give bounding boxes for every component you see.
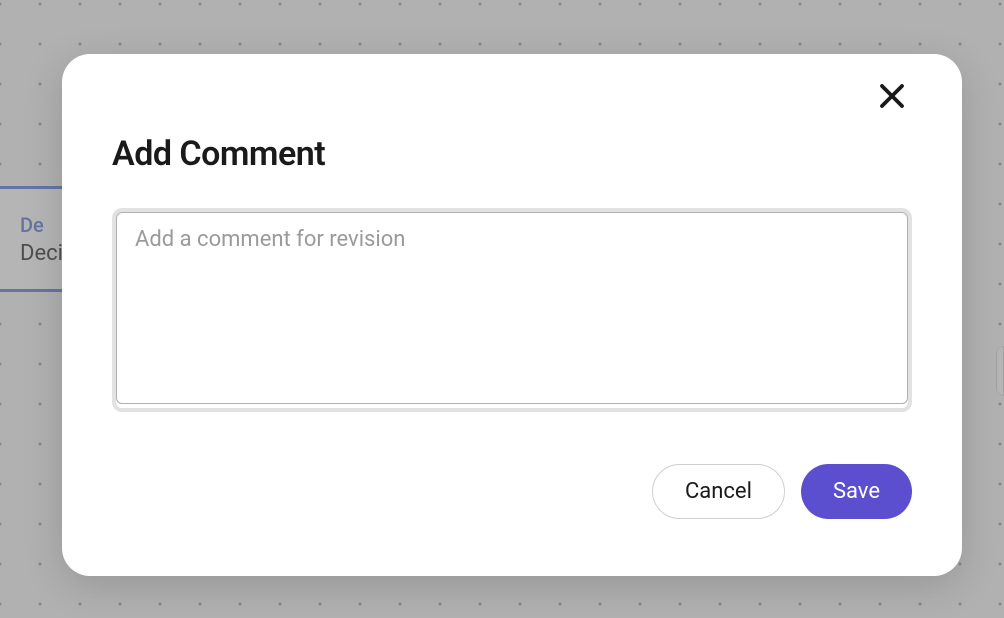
- comment-textarea[interactable]: [116, 212, 908, 404]
- close-button[interactable]: [872, 76, 912, 116]
- cancel-button[interactable]: Cancel: [652, 464, 785, 519]
- modal-title: Add Comment: [112, 134, 912, 174]
- textarea-wrap: [112, 208, 912, 412]
- modal-overlay: Add Comment Cancel Save: [0, 0, 1004, 618]
- modal-close-row: [112, 76, 912, 116]
- close-icon: [877, 81, 907, 111]
- button-row: Cancel Save: [112, 464, 912, 519]
- add-comment-modal: Add Comment Cancel Save: [62, 54, 962, 576]
- save-button[interactable]: Save: [801, 464, 912, 519]
